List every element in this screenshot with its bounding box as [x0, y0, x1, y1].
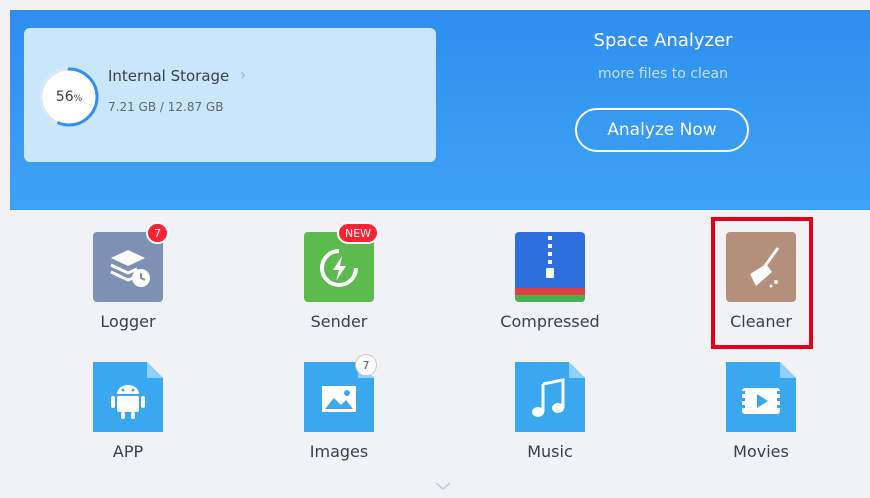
analyze-now-button[interactable]: Analyze Now	[575, 108, 749, 152]
space-analyzer-title: Space Analyzer	[593, 30, 733, 51]
play-icon	[726, 362, 796, 432]
movies-label: Movies	[733, 442, 789, 461]
sender-label: Sender	[310, 312, 368, 331]
storage-card-notch-right	[116, 132, 436, 140]
storage-used-text: 7.21 GB / 12.87 GB	[108, 100, 224, 114]
storage-percent-sign: %	[73, 94, 83, 104]
grid-item-images[interactable]: 7 Images	[269, 354, 409, 478]
logger-label: Logger	[100, 312, 156, 331]
storage-label[interactable]: Internal Storage	[108, 67, 229, 85]
storage-percent: 56%	[38, 66, 100, 128]
compressed-label: Compressed	[500, 312, 600, 331]
space-analyzer-subtitle: more files to clean	[598, 66, 728, 82]
cleaner-highlight-box	[711, 217, 813, 349]
logger-badge: 7	[146, 222, 169, 244]
zip-icon	[515, 232, 585, 302]
storage-card-notch-left	[24, 132, 84, 140]
images-badge: 7	[355, 354, 377, 376]
storage-percent-value: 56	[55, 89, 74, 105]
images-label: Images	[309, 442, 369, 461]
grid-item-sender[interactable]: NEW Sender	[269, 222, 409, 348]
sender-new-badge: NEW	[337, 222, 380, 244]
android-icon	[93, 362, 163, 432]
music-label: Music	[527, 442, 573, 461]
music-note-icon	[515, 362, 585, 432]
grid-item-logger[interactable]: 7 Logger	[58, 222, 198, 348]
chevron-down-icon[interactable]	[434, 480, 452, 492]
chevron-right-icon[interactable]: ›	[240, 65, 246, 84]
grid-item-movies[interactable]: Movies	[691, 358, 831, 478]
grid-item-app[interactable]: APP	[58, 358, 198, 478]
grid-item-compressed[interactable]: Compressed	[480, 228, 620, 348]
app-label: APP	[112, 442, 144, 461]
grid-item-music[interactable]: Music	[480, 358, 620, 478]
